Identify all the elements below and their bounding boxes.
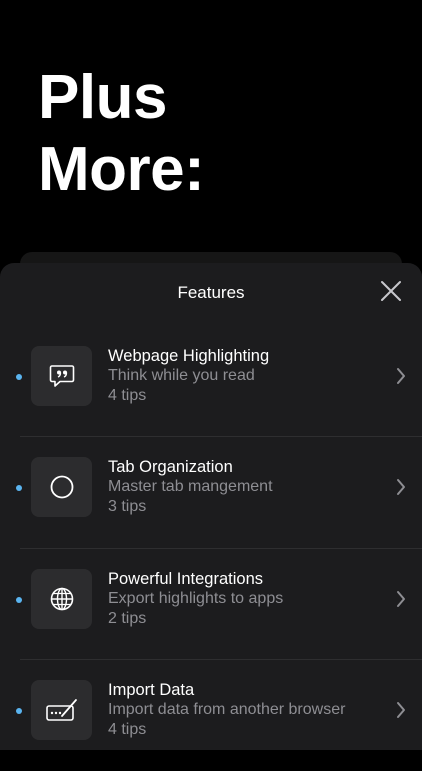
circle-icon bbox=[50, 475, 73, 499]
feature-tips-count: 3 tips bbox=[108, 498, 147, 516]
feature-title: Powerful Integrations bbox=[108, 569, 264, 588]
chevron-right-icon bbox=[397, 479, 405, 496]
globe-icon bbox=[50, 587, 73, 610]
feature-tips-count: 4 tips bbox=[108, 387, 147, 404]
feature-subtitle: Export highlights to apps bbox=[108, 589, 284, 607]
unread-dot bbox=[16, 374, 22, 380]
unread-dot bbox=[16, 485, 22, 492]
feature-text: Tab Organization Master tab mangement 3 … bbox=[108, 457, 362, 517]
feature-icon-tile bbox=[31, 679, 92, 740]
close-icon[interactable] bbox=[380, 280, 402, 302]
features-sheet: Features Webpage Highlighting Think whil… bbox=[0, 263, 422, 750]
feature-text: Powerful Integrations Export highlights … bbox=[108, 569, 362, 629]
feature-subtitle: Import data from another browser bbox=[108, 700, 346, 718]
unread-dot bbox=[16, 707, 22, 714]
feature-tips-count: 4 tips bbox=[108, 720, 147, 738]
feature-tips-count: 2 tips bbox=[108, 609, 147, 627]
feature-title: Tab Organization bbox=[108, 458, 233, 477]
feature-title: Import Data bbox=[108, 680, 195, 699]
unread-dot bbox=[16, 596, 22, 603]
feature-icon-tile bbox=[31, 346, 92, 406]
sheet-header: Features bbox=[0, 263, 422, 321]
quote-bubble-icon bbox=[49, 365, 74, 387]
feature-subtitle: Master tab mangement bbox=[108, 478, 273, 496]
feature-row-import-data[interactable]: Import Data Import data from another bro… bbox=[0, 660, 422, 771]
hero-title-line-1: Plus bbox=[38, 63, 167, 132]
feature-row-powerful-integrations[interactable]: Powerful Integrations Export highlights … bbox=[0, 549, 422, 660]
feature-text: Webpage Highlighting Think while you rea… bbox=[108, 346, 362, 406]
feature-row-tab-organization[interactable]: Tab Organization Master tab mangement 3 … bbox=[0, 437, 422, 549]
feature-row-webpage-highlighting[interactable]: Webpage Highlighting Think while you rea… bbox=[0, 326, 422, 438]
feature-icon-tile bbox=[31, 457, 92, 518]
hero-title: Plus More: bbox=[38, 62, 205, 206]
feature-text: Import Data Import data from another bro… bbox=[108, 680, 362, 740]
import-pen-icon bbox=[45, 698, 77, 721]
chevron-right-icon bbox=[397, 701, 405, 718]
feature-subtitle: Think while you read bbox=[108, 367, 255, 384]
feature-icon-tile bbox=[31, 568, 92, 629]
sheet-title: Features bbox=[177, 283, 245, 302]
feature-title: Webpage Highlighting bbox=[108, 347, 270, 365]
features-list: Webpage Highlighting Think while you rea… bbox=[0, 326, 422, 771]
hero-title-line-2: More: bbox=[38, 135, 205, 204]
chevron-right-icon bbox=[397, 590, 405, 607]
chevron-right-icon bbox=[397, 368, 405, 384]
